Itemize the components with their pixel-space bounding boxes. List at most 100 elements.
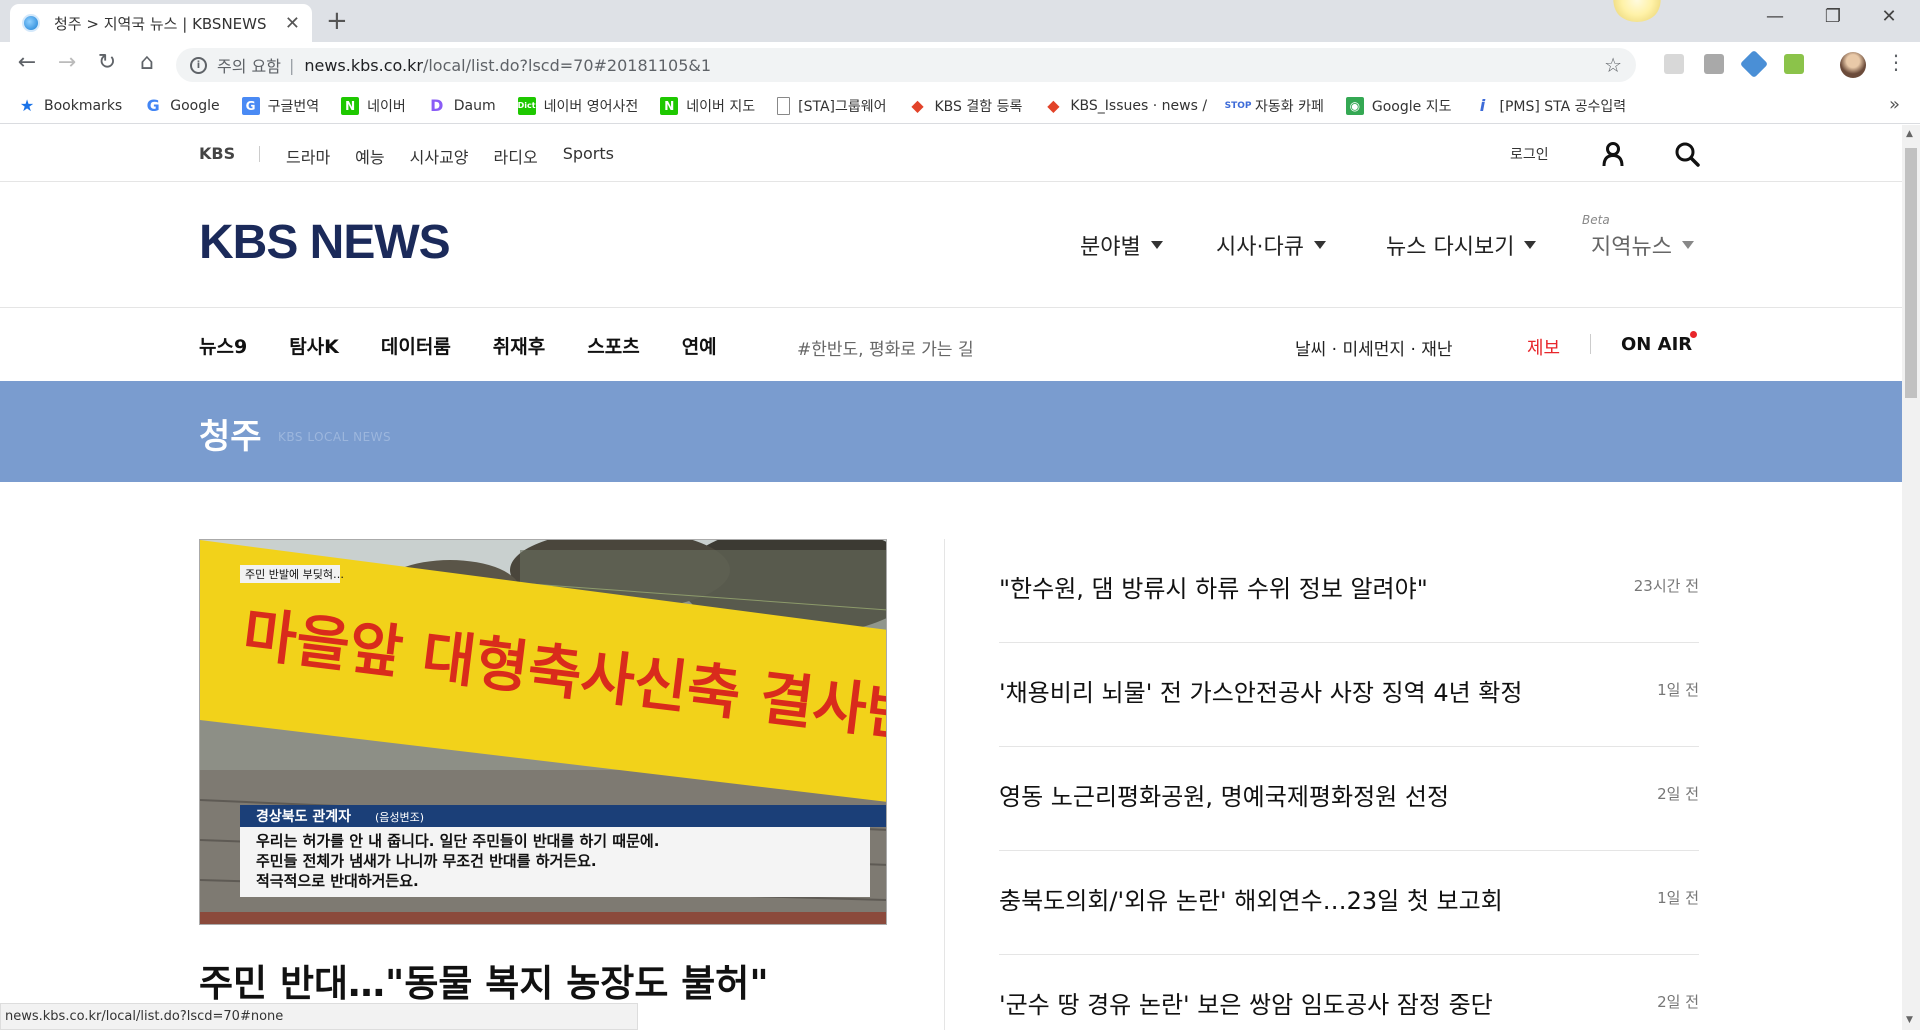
bookmark-item[interactable]: G Google [144, 96, 220, 115]
news-headline[interactable]: '채용비리 뇌물' 전 가스안전공사 사장 징역 4년 확정 [999, 673, 1522, 708]
url-host: news.kbs.co.kr [304, 55, 423, 75]
bookmark-item[interactable]: N 네이버 지도 [660, 96, 755, 116]
bookmark-item[interactable]: N 네이버 [341, 96, 406, 116]
page-scrollbar[interactable]: ▲ ▼ [1902, 125, 1920, 1030]
news-list-item[interactable]: '채용비리 뇌물' 전 가스안전공사 사장 징역 4년 확정 1일 전 [999, 643, 1699, 747]
home-button[interactable]: ⌂ [132, 50, 162, 75]
profile-avatar[interactable] [1840, 52, 1866, 78]
bookmark-item[interactable]: ◆ KBS_Issues · news / [1044, 96, 1207, 115]
search-icon[interactable] [1674, 141, 1700, 167]
extension-icon[interactable] [1664, 54, 1684, 74]
onair-link[interactable]: ON AIR [1621, 334, 1692, 355]
bookmark-label: Bookmarks [44, 97, 123, 114]
bookmarks-overflow-icon[interactable]: » [1889, 94, 1900, 115]
feature-news-image[interactable]: 마을앞 대형축사신축 결사반대 주민 반발에 부딪혀… 경상북도 관계자 (음성… [199, 539, 887, 925]
bookmarks-bar: ★ Bookmarks G Google G 구글번역 N 네이버 D Daum Dict… [0, 88, 1920, 124]
news-list: "한수원, 댐 방류시 하류 수위 정보 알려야" 23시간 전 '채용비리 뇌… [999, 539, 1699, 1030]
report-link[interactable]: 제보 [1527, 334, 1560, 360]
speaker-note: (음성변조) [375, 811, 424, 824]
reload-button[interactable]: ↻ [92, 50, 122, 75]
quote-line: 우리는 허가를 안 내 줍니다. 일단 주민들이 반대를 하기 때문에. [256, 832, 659, 850]
feature-headline[interactable]: 주민 반대…"동물 복지 농장도 불허" [199, 953, 769, 1007]
menu-news-replay[interactable]: 뉴스 다시보기 [1386, 229, 1537, 261]
restore-button[interactable]: ❐ [1810, 6, 1856, 27]
weather-link[interactable]: 날씨 · 미세먼지 · 재난 [1295, 335, 1453, 360]
scroll-thumb[interactable] [1905, 148, 1917, 398]
news-headline[interactable]: '군수 땅 경유 논란' 보은 쌍암 임도공사 잠정 중단 [999, 985, 1493, 1020]
bookmark-item[interactable]: G 구글번역 [241, 96, 319, 116]
dict-icon: Dict [517, 96, 536, 115]
gitlab-icon: ◆ [1047, 96, 1060, 115]
bookmark-label: Daum [453, 97, 496, 114]
gnb-link-culture[interactable]: 시사교양 [410, 144, 469, 168]
bookmark-item[interactable]: ◉ Google 지도 [1345, 96, 1452, 116]
news-timestamp: 2일 전 [1657, 993, 1699, 1011]
bookmark-label: Google 지도 [1371, 98, 1452, 115]
region-subtitle: KBS LOCAL NEWS [278, 430, 392, 444]
forward-button[interactable]: → [52, 50, 82, 75]
info-icon[interactable]: i [190, 56, 207, 74]
extension-arrows-icon[interactable] [1739, 49, 1769, 79]
bookmark-star-icon[interactable]: ☆ [1604, 53, 1622, 77]
scroll-up-icon[interactable]: ▲ [1906, 129, 1913, 139]
browser-tab[interactable]: 청주 > 지역국 뉴스 | KBSNEWS ✕ [10, 4, 312, 42]
minimize-button[interactable]: — [1752, 6, 1798, 27]
browser-menu-icon[interactable]: ⋮ [1886, 50, 1906, 74]
kbs-favicon-icon [22, 14, 40, 32]
subnav-entertainment[interactable]: 연예 [682, 332, 717, 359]
news-list-item[interactable]: 충북도의회/'외유 논란' 해외연수…23일 첫 보고회 1일 전 [999, 851, 1699, 955]
subnav-news9[interactable]: 뉴스9 [199, 332, 247, 359]
extension-ex-icon[interactable] [1704, 54, 1724, 74]
bookmark-label: KBS 결함 등록 [934, 98, 1023, 115]
news-timestamp: 2일 전 [1657, 785, 1699, 803]
browser-toolbar: ← → ↻ ⌂ i 주의 요함 | news.kbs.co.kr/local/l… [0, 42, 1920, 88]
bookmark-item[interactable]: D Daum [428, 96, 496, 115]
gnb-link-drama[interactable]: 드라마 [286, 144, 330, 168]
caret-down-icon [1681, 241, 1694, 249]
login-link[interactable]: 로그인 [1510, 144, 1549, 164]
back-button[interactable]: ← [12, 50, 42, 75]
bookmark-item[interactable]: [STA]그룹웨어 [777, 96, 887, 116]
link-status-bar: news.kbs.co.kr/local/list.do?lscd=70#non… [0, 1003, 638, 1030]
menu-current-affairs[interactable]: 시사·다큐 [1216, 229, 1326, 261]
bookmark-label: 자동화 카페 [1255, 98, 1324, 115]
bookmark-item[interactable]: STOP 자동화 카페 [1225, 96, 1324, 116]
subnav-sports[interactable]: 스포츠 [587, 332, 639, 359]
news-list-item[interactable]: 영동 노근리평화공원, 명예국제평화정원 선정 2일 전 [999, 747, 1699, 851]
menu-regional-news[interactable]: 지역뉴스 [1591, 229, 1694, 261]
news-list-item[interactable]: "한수원, 댐 방류시 하류 수위 정보 알려야" 23시간 전 [999, 539, 1699, 643]
speaker-name: 경상북도 관계자 [256, 808, 351, 825]
kbs-news-logo[interactable]: KBS NEWS [199, 215, 451, 270]
bookmark-item[interactable]: ◆ KBS 결함 등록 [909, 96, 1023, 116]
caret-down-icon [1524, 241, 1537, 249]
bookmark-item[interactable]: ★ Bookmarks [18, 96, 123, 115]
close-tab-icon[interactable]: ✕ [285, 13, 300, 34]
new-tab-button[interactable]: + [326, 6, 348, 36]
gnb-link-radio[interactable]: 라디오 [494, 144, 538, 168]
url-path: /local/list.do?lscd=70#20181105&1 [422, 55, 712, 75]
subnav-after-report[interactable]: 취재후 [493, 332, 545, 359]
menu-category[interactable]: 분야별 [1080, 229, 1163, 261]
gnb-links: 드라마 예능 시사교양 라디오 Sports [286, 144, 614, 168]
scroll-down-icon[interactable]: ▼ [1906, 1015, 1913, 1025]
close-window-button[interactable]: ✕ [1866, 6, 1912, 27]
hashtag-link[interactable]: #한반도, 평화로 가는 길 [797, 335, 974, 360]
kbs-home-link[interactable]: KBS [199, 144, 235, 163]
extension-green-icon[interactable] [1784, 54, 1804, 74]
bookmark-label: 네이버 지도 [686, 98, 756, 115]
gnb-link-entertainment[interactable]: 예능 [355, 144, 384, 168]
subnav-dataroom[interactable]: 데이터룸 [381, 332, 451, 359]
news-list-item[interactable]: '군수 땅 경유 논란' 보은 쌍암 임도공사 잠정 중단 2일 전 [999, 955, 1699, 1030]
gnb-link-sports[interactable]: Sports [563, 144, 614, 168]
user-icon[interactable] [1600, 141, 1626, 167]
news-headline[interactable]: 충북도의회/'외유 논란' 해외연수…23일 첫 보고회 [999, 881, 1503, 916]
pms-icon: i [1479, 96, 1486, 115]
bookmark-item[interactable]: i [PMS] STA 공수입력 [1473, 96, 1626, 116]
news-headline[interactable]: "한수원, 댐 방류시 하류 수위 정보 알려야" [999, 569, 1428, 604]
news-headline[interactable]: 영동 노근리평화공원, 명예국제평화정원 선정 [999, 777, 1449, 812]
news-still-image: 마을앞 대형축사신축 결사반대 주민 반발에 부딪혀… 경상북도 관계자 (음성… [200, 540, 886, 924]
address-bar[interactable]: i 주의 요함 | news.kbs.co.kr/local/list.do?l… [176, 48, 1636, 82]
menu-label: 지역뉴스 [1591, 235, 1672, 260]
subnav-tamsak[interactable]: 탐사K [289, 332, 339, 359]
bookmark-item[interactable]: Dict 네이버 영어사전 [517, 96, 638, 116]
